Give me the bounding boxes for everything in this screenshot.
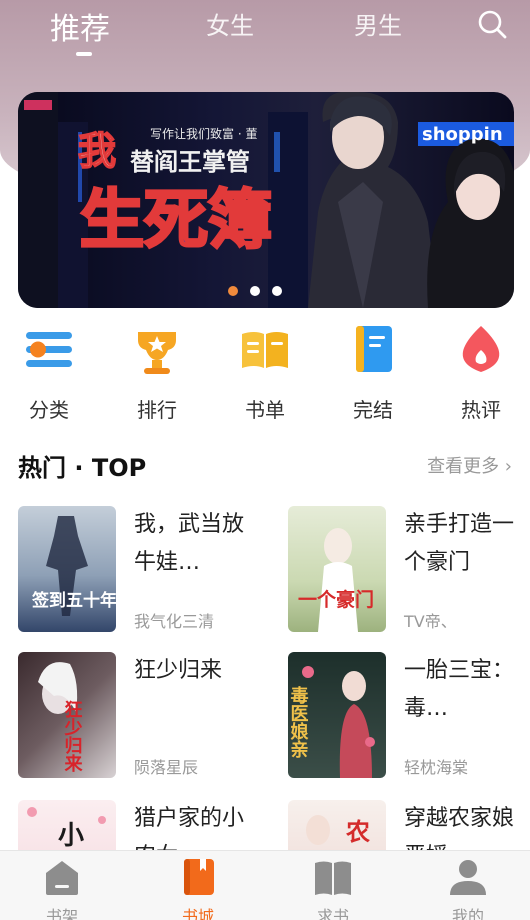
svg-text:替阎王掌管: 替阎王掌管 (130, 147, 250, 176)
bookstore-icon (184, 859, 214, 895)
banner-pagination (228, 286, 282, 296)
book-cover-text: 签到五十年 (31, 590, 116, 611)
nav-label: 求书 (316, 907, 349, 920)
book-author: 轻枕海棠 (404, 758, 469, 777)
promo-banner[interactable]: 我 替阎王掌管 写作让我们致富 · 董 生死簿 shoppin (18, 92, 514, 308)
quick-nav-label: 书单 (245, 398, 285, 422)
request-book-icon (315, 861, 351, 895)
category-icon (26, 332, 72, 367)
quick-nav-label: 排行 (137, 398, 177, 422)
booklist-icon (242, 332, 288, 368)
nav-request-book[interactable]: 求书 (293, 857, 373, 920)
svg-text:shoppin: shoppin (422, 124, 503, 145)
quick-nav-finished[interactable]: 完结 (328, 318, 418, 423)
quick-nav-ranking[interactable]: 排行 (112, 318, 202, 423)
active-tab-indicator (76, 52, 92, 56)
book-cover-text: 一个豪门 (298, 588, 374, 611)
book-author: 我气化三清 (134, 612, 215, 631)
book-author: 陨落星辰 (134, 758, 199, 777)
section-title: 热门 · TOP (18, 454, 147, 482)
finished-book-icon (356, 326, 392, 372)
nav-label: 书架 (45, 907, 78, 920)
book-title: 一胎三宝：毒… (404, 658, 515, 721)
book-card[interactable]: 狂少归来 狂少归来 陨落星辰 (18, 652, 258, 782)
book-cover: 签到五十年 (18, 506, 116, 632)
book-cover-text: 狂少归来 (62, 700, 84, 773)
search-icon[interactable] (476, 8, 508, 40)
banner-dot-1[interactable] (228, 286, 238, 296)
book-title: 我，武当放牛娃… (134, 512, 245, 575)
book-card[interactable]: 一个豪门 亲手打造一个豪门 TV帝、 (288, 506, 528, 636)
book-card[interactable]: 毒医娘亲 一胎三宝：毒… 轻枕海棠 (288, 652, 528, 782)
quick-nav-label: 热评 (461, 398, 501, 422)
nav-label: 我的 (451, 907, 484, 920)
svg-text:生死簿: 生死簿 (80, 183, 272, 258)
banner-dot-3[interactable] (272, 286, 282, 296)
book-title: 亲手打造一个豪门 (404, 512, 515, 575)
tab-male[interactable]: 男生 (354, 6, 402, 41)
top-tab-bar: 推荐 女生 男生 (0, 0, 530, 60)
book-cover: 狂少归来 (18, 652, 116, 778)
book-cover: 毒医娘亲 (288, 652, 386, 778)
quick-nav-label: 分类 (29, 398, 69, 422)
book-author: TV帝、 (404, 612, 457, 631)
banner-dot-2[interactable] (250, 286, 260, 296)
book-title: 狂少归来 (134, 658, 223, 683)
nav-bookstore[interactable]: 书城 (158, 857, 238, 920)
quick-nav: 分类 排行 书单 完结 热评 (0, 318, 530, 422)
tab-female[interactable]: 女生 (206, 6, 254, 41)
book-cover: 一个豪门 (288, 506, 386, 632)
view-more-link[interactable]: 查看更多 › (427, 452, 512, 478)
book-cover-text: 农 (345, 817, 370, 846)
hot-comment-icon (462, 326, 500, 372)
book-card[interactable]: 签到五十年 我，武当放牛娃… 我气化三清 (18, 506, 258, 636)
book-cover-text: 小 (58, 821, 84, 851)
book-cover-text: 毒医娘亲 (288, 685, 309, 759)
quick-nav-hot-comment[interactable]: 热评 (436, 318, 526, 423)
quick-nav-category[interactable]: 分类 (4, 318, 94, 423)
nav-label: 书城 (181, 907, 214, 920)
hot-top-section-header: 热门 · TOP 查看更多 › (18, 446, 512, 482)
nav-profile[interactable]: 我的 (428, 857, 508, 920)
quick-nav-booklist[interactable]: 书单 (220, 318, 310, 423)
bottom-navigation: 书架 书城 求书 我的 (0, 850, 530, 920)
profile-icon (450, 860, 486, 895)
trophy-icon (138, 332, 176, 374)
bookshelf-icon (46, 861, 78, 895)
quick-nav-label: 完结 (353, 398, 393, 422)
svg-text:写作让我们致富 · 董: 写作让我们致富 · 董 (150, 126, 257, 141)
svg-text:我: 我 (78, 128, 116, 173)
nav-bookshelf[interactable]: 书架 (22, 857, 102, 920)
tab-recommend[interactable]: 推荐 (50, 4, 110, 48)
